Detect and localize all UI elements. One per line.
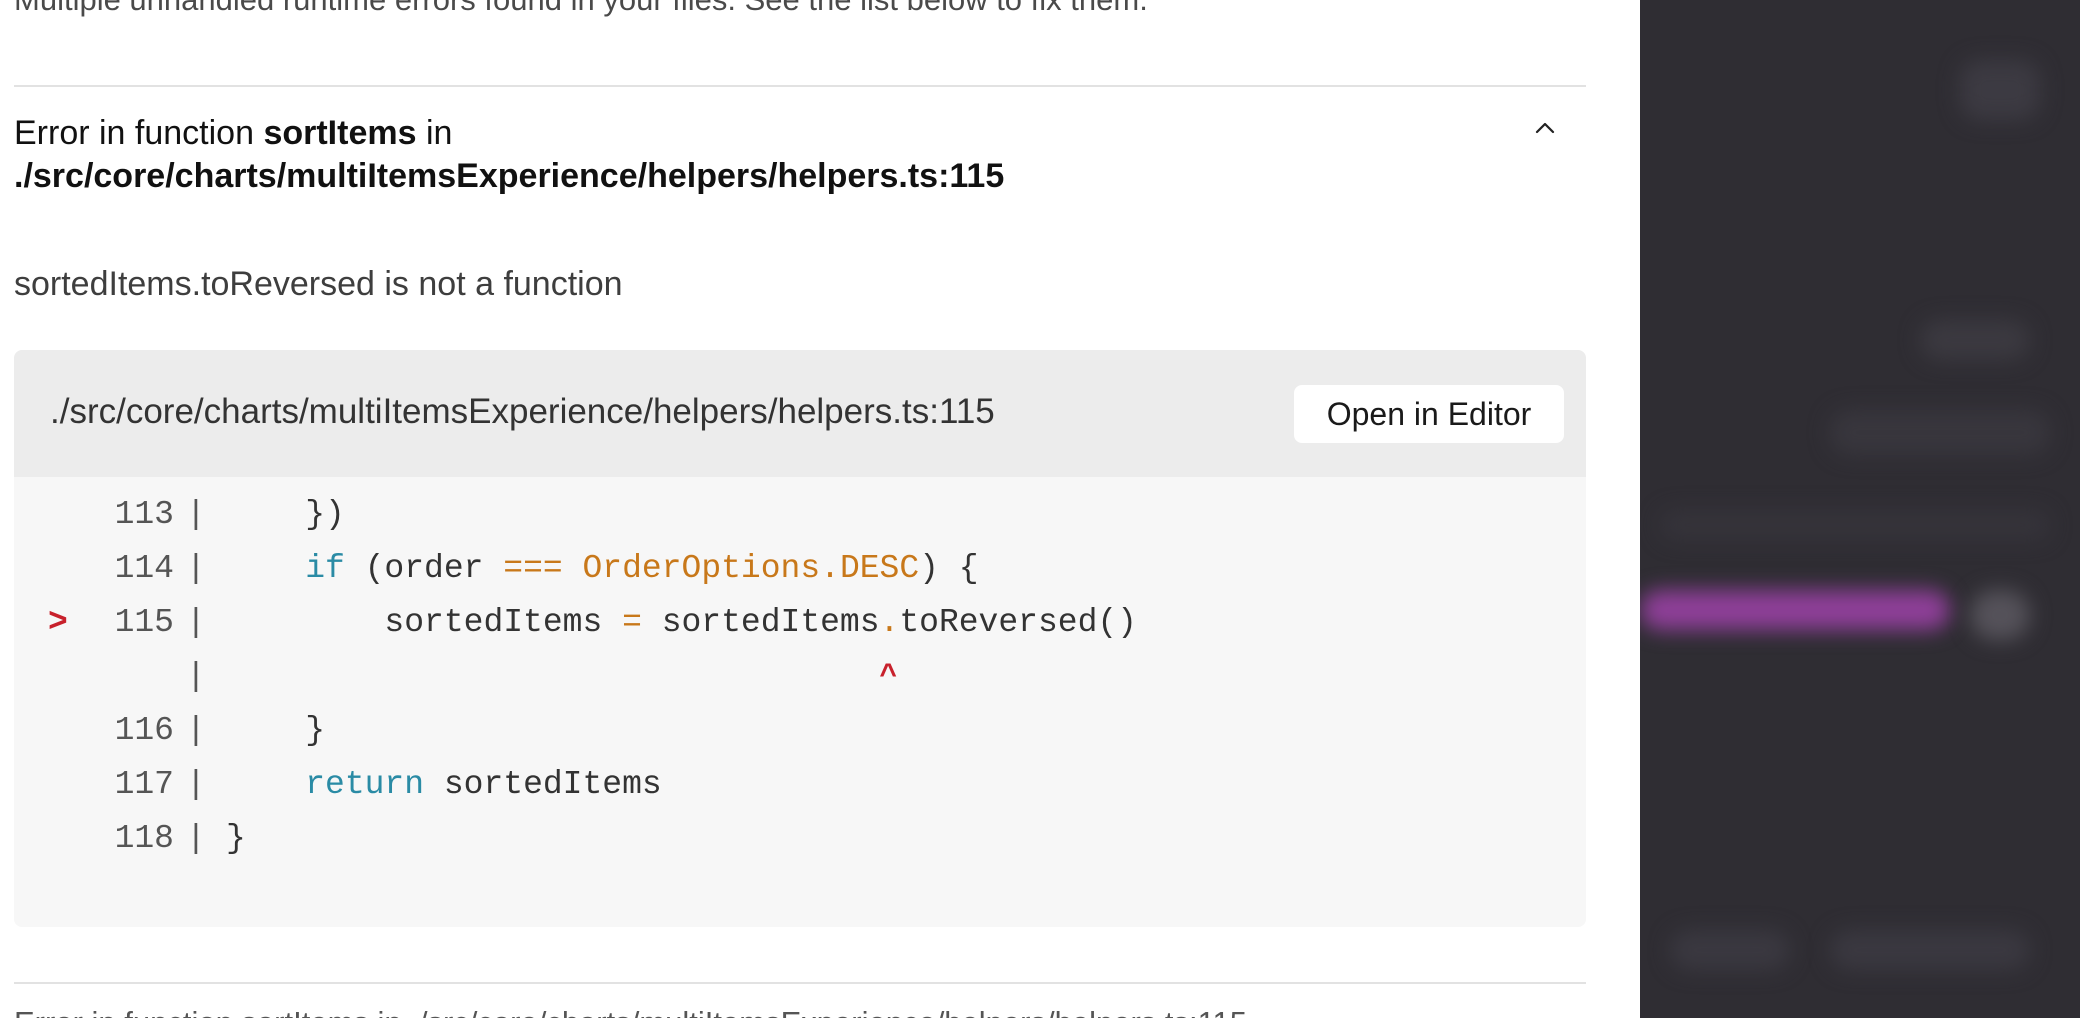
line-code: } xyxy=(226,709,325,753)
line-number: 116 xyxy=(114,712,174,749)
line-gutter: | xyxy=(186,550,206,587)
line-gutter: | xyxy=(186,658,206,695)
line-gutter: | xyxy=(186,766,206,803)
blurred-element xyxy=(1640,590,1950,630)
error-caret: ^ xyxy=(879,660,898,694)
error-title-in: in xyxy=(425,114,453,152)
blurred-element xyxy=(1660,510,2050,540)
line-gutter: | xyxy=(186,820,206,857)
line-gutter: | xyxy=(186,712,206,749)
error-message: sortedItems.toReversed is not a function xyxy=(14,265,623,303)
line-number: 117 xyxy=(114,766,174,803)
blurred-element xyxy=(1830,410,2050,455)
code-line: | ^ xyxy=(14,655,1586,699)
chevron-up-icon xyxy=(1535,122,1555,134)
code-token: sortedItems xyxy=(424,766,662,803)
divider xyxy=(14,85,1586,87)
code-line: 118 |} xyxy=(14,817,1586,861)
line-number: 118 xyxy=(114,820,174,857)
code-token: OrderOptions.DESC xyxy=(582,550,920,587)
line-code: if (order === OrderOptions.DESC) { xyxy=(226,547,979,591)
code-token: return xyxy=(305,766,425,803)
code-token: if xyxy=(305,550,345,587)
errors-summary: Multiple unhandled runtime errors found … xyxy=(14,0,1148,18)
line-code: sortedItems = sortedItems.toReversed() xyxy=(226,601,1137,645)
error-function-name: sortItems xyxy=(263,114,417,152)
blurred-app-background xyxy=(1640,0,2080,1018)
code-token: . xyxy=(879,604,900,641)
code-token: ) { xyxy=(919,550,979,587)
code-token: = xyxy=(622,604,642,641)
line-code: } xyxy=(226,817,246,861)
code-frame: 113 | }) 114 | if (order === OrderOptions.D… xyxy=(14,477,1586,927)
line-code: return sortedItems xyxy=(226,763,662,807)
code-token: === xyxy=(503,550,563,587)
code-token: sortedItems xyxy=(226,604,623,641)
error-line-marker: > xyxy=(48,604,68,641)
code-token: sortedItems xyxy=(641,604,880,641)
line-gutter: | xyxy=(186,604,206,641)
next-error-title[interactable]: Error in function sortItems in ./src/cor… xyxy=(14,1005,1247,1018)
code-token: } xyxy=(226,712,326,749)
divider xyxy=(14,982,1586,984)
line-code: }) xyxy=(226,493,345,537)
blurred-element xyxy=(1670,930,1790,970)
code-line-error: >115 | sortedItems = sortedItems.toRevers… xyxy=(14,601,1586,645)
collapse-error-button[interactable] xyxy=(1530,113,1560,143)
line-number: 113 xyxy=(114,496,174,533)
error-title: Error in function sortItems in ./src/cor… xyxy=(14,112,1464,198)
error-location: ./src/core/charts/multiItemsExperience/h… xyxy=(14,157,1005,195)
stack-frame-header: ./src/core/charts/multiItemsExperience/h… xyxy=(14,350,1586,477)
blurred-element xyxy=(1830,930,2030,970)
code-line: 117 | return sortedItems xyxy=(14,763,1586,807)
code-line: 114 | if (order === OrderOptions.DESC) { xyxy=(14,547,1586,591)
blurred-element xyxy=(1920,320,2030,360)
open-in-editor-button[interactable]: Open in Editor xyxy=(1294,385,1564,443)
code-token: (order xyxy=(344,550,504,587)
line-number: 114 xyxy=(114,550,174,587)
line-number: 115 xyxy=(114,604,174,641)
code-token: toReversed() xyxy=(899,604,1137,641)
code-line: 113 | }) xyxy=(14,493,1586,537)
runtime-error-overlay: Multiple unhandled runtime errors found … xyxy=(0,0,1640,1018)
error-title-prefix: Error in function xyxy=(14,114,254,152)
page: Multiple unhandled runtime errors found … xyxy=(0,0,2080,1018)
code-line: 116 | } xyxy=(14,709,1586,753)
line-gutter: | xyxy=(186,496,206,533)
blurred-element xyxy=(1960,60,2040,120)
blurred-element xyxy=(1970,590,2030,640)
code-token: }) xyxy=(226,496,345,533)
code-token: } xyxy=(226,820,246,857)
stack-frame-path: ./src/core/charts/multiItemsExperience/h… xyxy=(50,392,995,431)
